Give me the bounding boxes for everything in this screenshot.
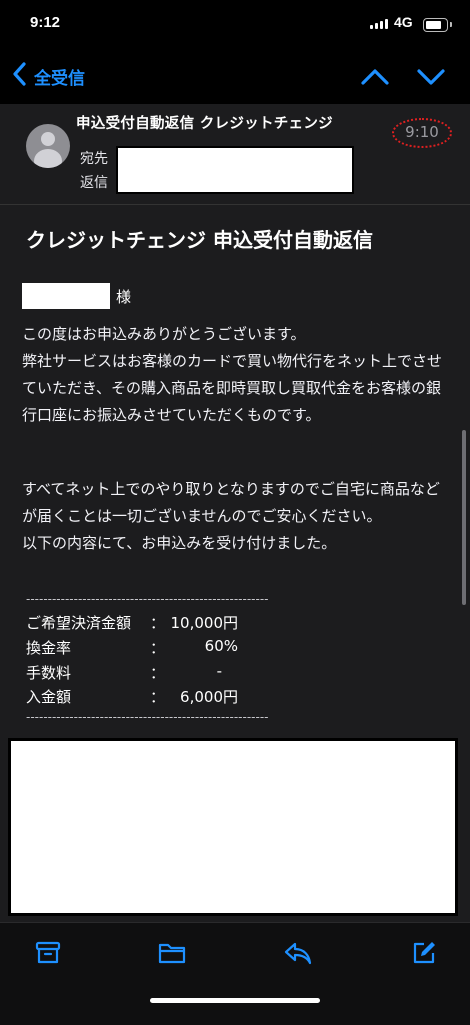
folder-icon[interactable] [157, 939, 187, 971]
redacted-signature-box [8, 738, 458, 916]
back-button[interactable]: 全受信 [12, 62, 85, 90]
reply-to-label: 返信 [80, 175, 108, 191]
mail-subject: 申込受付自動返信 クレジットチェンジ [76, 116, 333, 132]
home-indicator[interactable] [150, 998, 320, 1003]
detail-value: 10,000円 [170, 614, 239, 632]
navigation-bar: 全受信 [0, 50, 470, 104]
bottom-toolbar [0, 922, 470, 1025]
battery-icon [423, 18, 452, 32]
mail-header: 申込受付自動返信 クレジットチェンジ 宛先 返信 [0, 104, 470, 205]
detail-label: 換金率 [26, 639, 72, 657]
back-label: 全受信 [34, 68, 85, 88]
sender-avatar-icon[interactable] [26, 124, 70, 168]
to-label: 宛先 [80, 151, 108, 167]
detail-label: 手数料 [26, 664, 72, 682]
reply-icon[interactable] [283, 939, 313, 971]
body-paragraph-2: すべてネット上でのやり取りとなりますのでご自宅に商品などが届くことは一切ございま… [22, 480, 440, 552]
detail-label: 入金額 [26, 688, 72, 706]
compose-icon[interactable] [410, 939, 438, 971]
received-time: 9:10 [392, 118, 452, 148]
detail-value: 60% [204, 637, 238, 655]
network-type: 4G [394, 14, 413, 30]
status-time: 9:12 [30, 14, 61, 31]
redacted-name-box [22, 283, 110, 309]
divider-line: ----------------------------------------… [26, 710, 269, 724]
detail-label: ご希望決済金額 [26, 614, 132, 632]
divider-line: ----------------------------------------… [26, 592, 269, 606]
detail-value: 6,000円 [180, 688, 238, 706]
body-paragraph-1: この度はお申込みありがとうございます。 弊社サービスはお客様のカードで買い物代行… [22, 325, 443, 424]
honorific: 様 [116, 288, 132, 306]
status-bar: 9:12 4G [0, 0, 470, 50]
archive-icon[interactable] [34, 939, 62, 971]
detail-value: - [216, 662, 222, 680]
next-message-chevron-down-icon[interactable] [416, 64, 446, 94]
previous-message-chevron-up-icon[interactable] [360, 64, 390, 94]
scrollbar[interactable] [462, 430, 466, 605]
mail-body-title: クレジットチェンジ 申込受付自動返信 [26, 228, 373, 252]
redacted-recipient-box [116, 146, 354, 194]
chevron-left-icon [12, 62, 26, 90]
